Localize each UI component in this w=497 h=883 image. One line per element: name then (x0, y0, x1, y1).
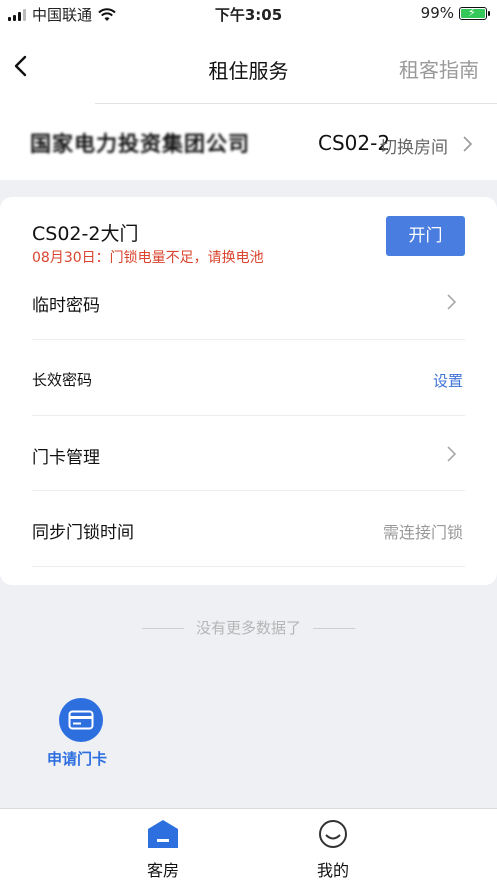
door-card: CS02-2大门 08月30日：门锁电量不足，请换电池 开门 临时密码 长效密码… (0, 197, 497, 585)
tab-label: 我的 (316, 861, 349, 880)
sync-time-row[interactable]: 同步门锁时间 需连接门锁 (32, 492, 465, 567)
connect-lock-hint: 需连接门锁 (382, 523, 463, 542)
row-label: 同步门锁时间 (32, 523, 134, 543)
row-label: 门卡管理 (32, 448, 100, 468)
switch-room-button[interactable]: 切换房间 (380, 133, 448, 158)
house-icon (148, 820, 178, 848)
tenant-guide-link[interactable]: 租客指南 (399, 54, 479, 83)
battery-warning: 08月30日：门锁电量不足，请换电池 (32, 250, 264, 266)
card-icon (59, 698, 103, 742)
set-button[interactable]: 设置 (433, 370, 463, 391)
row-label: 临时密码 (32, 296, 100, 316)
card-management-row[interactable]: 门卡管理 (32, 416, 465, 491)
open-door-button[interactable]: 开门 (386, 216, 465, 256)
status-bar: 中国联通 下午3:05 99% ⚡ (0, 0, 497, 28)
apply-card-label: 申请门卡 (46, 750, 107, 768)
tab-rooms[interactable]: 客房 (123, 819, 203, 881)
room-name: 国家电力投资集团公司 (30, 132, 250, 156)
room-selector[interactable]: 国家电力投资集团公司 CS02-2 切换房间 (0, 104, 497, 180)
chevron-right-icon (447, 294, 457, 310)
smile-icon (319, 820, 347, 848)
end-of-list-note: 没有更多数据了 (0, 617, 497, 638)
temp-password-row[interactable]: 临时密码 (32, 265, 465, 340)
apply-card-button[interactable]: 申请门卡 (46, 698, 116, 769)
tab-mine[interactable]: 我的 (293, 819, 373, 881)
chevron-right-icon (463, 136, 473, 152)
nav-header: 租住服务 租客指南 (0, 28, 497, 104)
chevron-right-icon (447, 446, 457, 462)
door-title: CS02-2大门 (32, 223, 139, 245)
battery-icon: ⚡ (459, 6, 490, 20)
tab-bar: 客房 我的 (0, 808, 497, 883)
end-of-list-text: 没有更多数据了 (195, 619, 301, 637)
battery-percent: 99% (420, 4, 454, 22)
long-password-row[interactable]: 长效密码 设置 (32, 341, 465, 416)
tab-label: 客房 (146, 861, 179, 880)
row-label: 长效密码 (32, 371, 93, 389)
